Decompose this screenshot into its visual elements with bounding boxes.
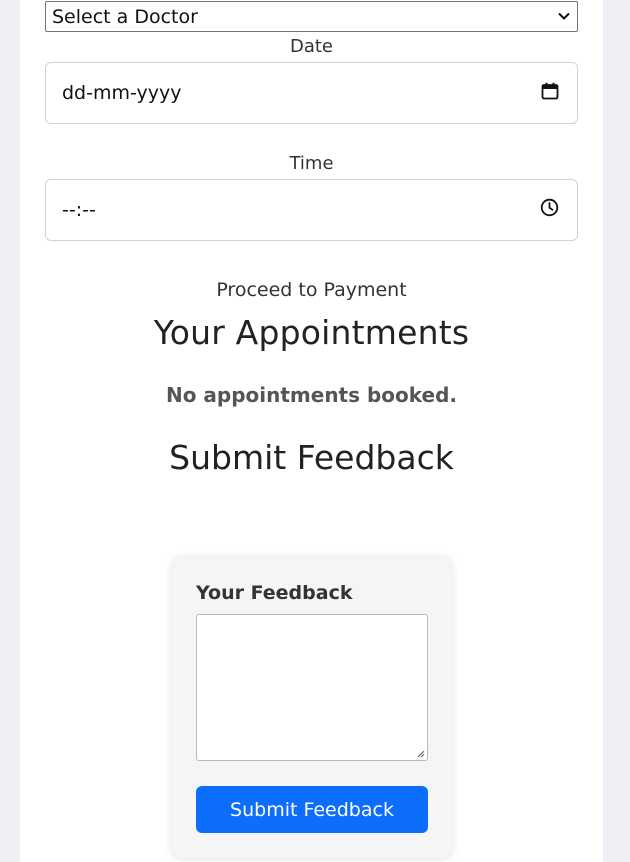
feedback-card: Your Feedback Submit Feedback <box>171 555 453 858</box>
doctor-select[interactable]: Select a Doctor <box>45 1 578 32</box>
time-placeholder: --:-- <box>62 199 96 221</box>
feedback-heading: Submit Feedback <box>169 438 454 477</box>
appointments-heading: Your Appointments <box>153 313 470 352</box>
time-label: Time <box>289 153 334 174</box>
submit-feedback-label: Submit Feedback <box>230 798 394 821</box>
feedback-textarea[interactable] <box>196 614 428 761</box>
date-label: Date <box>289 36 334 57</box>
date-placeholder: dd-mm-yyyy <box>62 82 182 104</box>
submit-feedback-button[interactable]: Submit Feedback <box>196 786 428 833</box>
calendar-icon[interactable] <box>541 82 559 105</box>
clock-icon[interactable] <box>540 198 559 222</box>
time-input[interactable]: --:-- <box>45 179 578 241</box>
chevron-down-icon <box>557 6 571 28</box>
proceed-to-payment-button[interactable]: Proceed to Payment <box>20 279 603 301</box>
no-appointments-message: No appointments booked. <box>165 383 458 407</box>
date-input[interactable]: dd-mm-yyyy <box>45 62 578 124</box>
doctor-select-value: Select a Doctor <box>52 5 198 28</box>
resize-grip-icon[interactable] <box>415 748 425 758</box>
feedback-label: Your Feedback <box>196 582 353 604</box>
